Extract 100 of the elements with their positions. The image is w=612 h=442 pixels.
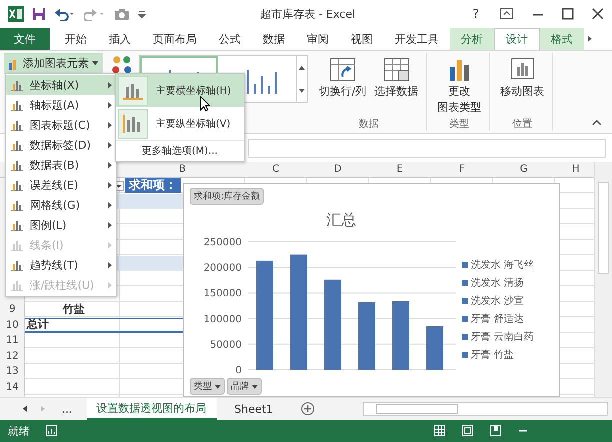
axis-label: 50000 — [210, 340, 242, 351]
vertical-scrollbar[interactable] — [594, 162, 612, 397]
submenu-arrow-icon — [108, 142, 112, 148]
row-number[interactable]: 11 — [6, 335, 19, 346]
ribbon-tab[interactable]: 数据 — [252, 28, 296, 50]
ribbon-button[interactable]: 选择数据 — [372, 53, 422, 117]
menu-item[interactable]: 趋势线(T) — [6, 255, 116, 275]
undo-icon[interactable] — [54, 7, 76, 21]
menu-item[interactable]: 误差线(E) — [6, 175, 116, 195]
submenu-arrow-icon — [108, 222, 112, 228]
filter-field-button[interactable]: 品牌 — [227, 378, 262, 395]
ribbon-tab[interactable]: 公式 — [208, 28, 252, 50]
ribbon-tab[interactable]: 开始 — [54, 28, 98, 50]
horizontal-scrollbar[interactable] — [363, 402, 608, 416]
menu-item[interactable]: 图表标题(C) — [6, 115, 116, 135]
axis-label: 250000 — [204, 238, 242, 248]
ribbon-tab[interactable]: 文件 — [0, 28, 50, 50]
submenu-arrow-icon — [108, 262, 112, 268]
menu-item[interactable]: 数据表(B) — [6, 155, 116, 175]
add-sheet-icon[interactable] — [301, 402, 316, 416]
row-number[interactable]: 12 — [6, 350, 19, 362]
axis-label: 100000 — [204, 314, 242, 326]
row-number[interactable]: 10 — [6, 320, 19, 331]
column-header[interactable]: F — [459, 164, 465, 175]
sheet-tab[interactable]: 设置数据透视图的布局 — [86, 398, 216, 420]
menu-item[interactable]: 网格线(G) — [6, 195, 116, 215]
menu-item[interactable]: 图例(L) — [6, 215, 116, 235]
legend-label: 洗发水 海飞丝 — [471, 258, 534, 272]
bar — [358, 302, 376, 370]
submenu-arrow-icon — [108, 122, 112, 128]
add-chart-element-button[interactable]: 添加图表元素 — [4, 53, 103, 74]
column-header[interactable]: G — [520, 164, 528, 175]
sheet-tab[interactable]: Sheet1 — [224, 398, 284, 420]
legend-label: 牙膏 舒适达 — [471, 312, 524, 326]
legend-label: 牙膏 云南白药 — [471, 330, 534, 344]
ribbon-tab[interactable]: 视图 — [340, 28, 384, 50]
submenu-arrow-icon — [108, 182, 112, 188]
column-header[interactable]: E — [396, 164, 404, 175]
switch-row-column-icon — [328, 57, 357, 83]
ribbon-button[interactable]: 更改 图表类型 — [434, 53, 485, 117]
submenu-item[interactable]: 主要纵坐标轴(V) — [116, 107, 244, 140]
customize-icon[interactable] — [138, 9, 146, 19]
bar — [426, 326, 444, 370]
bar-chart-icon — [10, 198, 24, 212]
ribbon-tab[interactable]: 页面布局 — [142, 28, 208, 50]
submenu-arrow-icon — [108, 162, 112, 168]
collapse-ribbon-icon[interactable] — [592, 119, 602, 127]
submenu-arrow-icon — [108, 282, 112, 288]
group-label: 位置 — [512, 118, 533, 131]
help-button[interactable]: ? — [470, 7, 482, 21]
ribbon-tab[interactable]: 分析 — [450, 28, 494, 50]
bar-chart-icon — [10, 138, 24, 152]
ribbon-display-icon[interactable] — [500, 8, 514, 20]
filter-field-button[interactable]: 类型 — [190, 378, 225, 395]
bar-chart-icon — [10, 278, 24, 292]
submenu-arrow-icon — [108, 102, 112, 108]
menu-item[interactable]: 数据标签(D) — [6, 135, 116, 155]
bar-chart-icon — [10, 98, 24, 112]
field-button[interactable]: 求和项:库存金额 — [190, 188, 264, 205]
submenu-item[interactable]: 更多轴选项(M)... — [116, 140, 244, 161]
horizontal-axis-chart-icon — [118, 76, 148, 106]
normal-view-icon[interactable] — [434, 425, 446, 437]
close-icon[interactable] — [592, 8, 604, 20]
caret-icon — [215, 384, 221, 388]
vertical-axis-chart-icon — [118, 108, 148, 138]
more-sheets-button[interactable]: ... — [56, 402, 78, 416]
row-number[interactable]: 9 — [9, 304, 16, 316]
menu-item[interactable]: 坐标轴(X) — [6, 75, 116, 95]
ribbon-button[interactable]: 切换行/列 — [316, 53, 370, 117]
ribbon-tab[interactable]: 审阅 — [296, 28, 340, 50]
legend-label: 洗发水 清扬 — [471, 276, 524, 290]
bar-chart-icon — [10, 118, 24, 132]
bar-chart-icon — [10, 158, 24, 172]
camera-icon[interactable] — [114, 7, 130, 21]
menu-item[interactable]: 轴标题(A) — [6, 95, 116, 115]
gallery-scroll-bar[interactable] — [296, 56, 307, 102]
legend-label: 洗发水 沙宣 — [471, 294, 524, 308]
ribbon-tab[interactable]: 格式 — [540, 28, 584, 50]
chart-area[interactable]: 求和项:库存金额 汇总 0 50000 100000 150000 200000 250000 洗发水 海飞丝 洗发水 清扬 洗发水 沙宣 牙膏 舒适达 牙膏 云南白药 牙膏 竹盐 类型 品牌 — [183, 183, 560, 397]
column-header[interactable]: B — [179, 164, 186, 175]
maximize-icon[interactable] — [562, 8, 574, 20]
submenu-arrow-icon — [108, 242, 112, 248]
legend-label: 牙膏 竹盐 — [471, 348, 514, 362]
page-break-icon[interactable] — [490, 425, 502, 437]
ribbon-tab[interactable]: 设计 — [494, 28, 540, 50]
color-dots-icon[interactable] — [111, 56, 133, 74]
page-layout-icon[interactable] — [462, 425, 474, 437]
ribbon-tab[interactable]: 开发工具 — [384, 28, 450, 50]
column-header[interactable]: D — [334, 164, 342, 175]
bar-chart-icon — [10, 258, 24, 272]
ribbon-tab[interactable]: 插入 — [98, 28, 142, 50]
submenu-arrow-icon — [108, 202, 112, 208]
column-header[interactable]: C — [272, 164, 280, 175]
row-number[interactable]: 13 — [6, 366, 19, 378]
column-header[interactable]: H — [572, 164, 580, 175]
formula-bar-field[interactable] — [248, 138, 606, 158]
submenu-item[interactable]: 主要横坐标轴(H) — [116, 74, 244, 107]
ribbon-button[interactable]: 移动图表 — [498, 53, 548, 117]
row-number[interactable]: 14 — [6, 382, 19, 393]
macro-record-icon[interactable] — [46, 425, 58, 437]
